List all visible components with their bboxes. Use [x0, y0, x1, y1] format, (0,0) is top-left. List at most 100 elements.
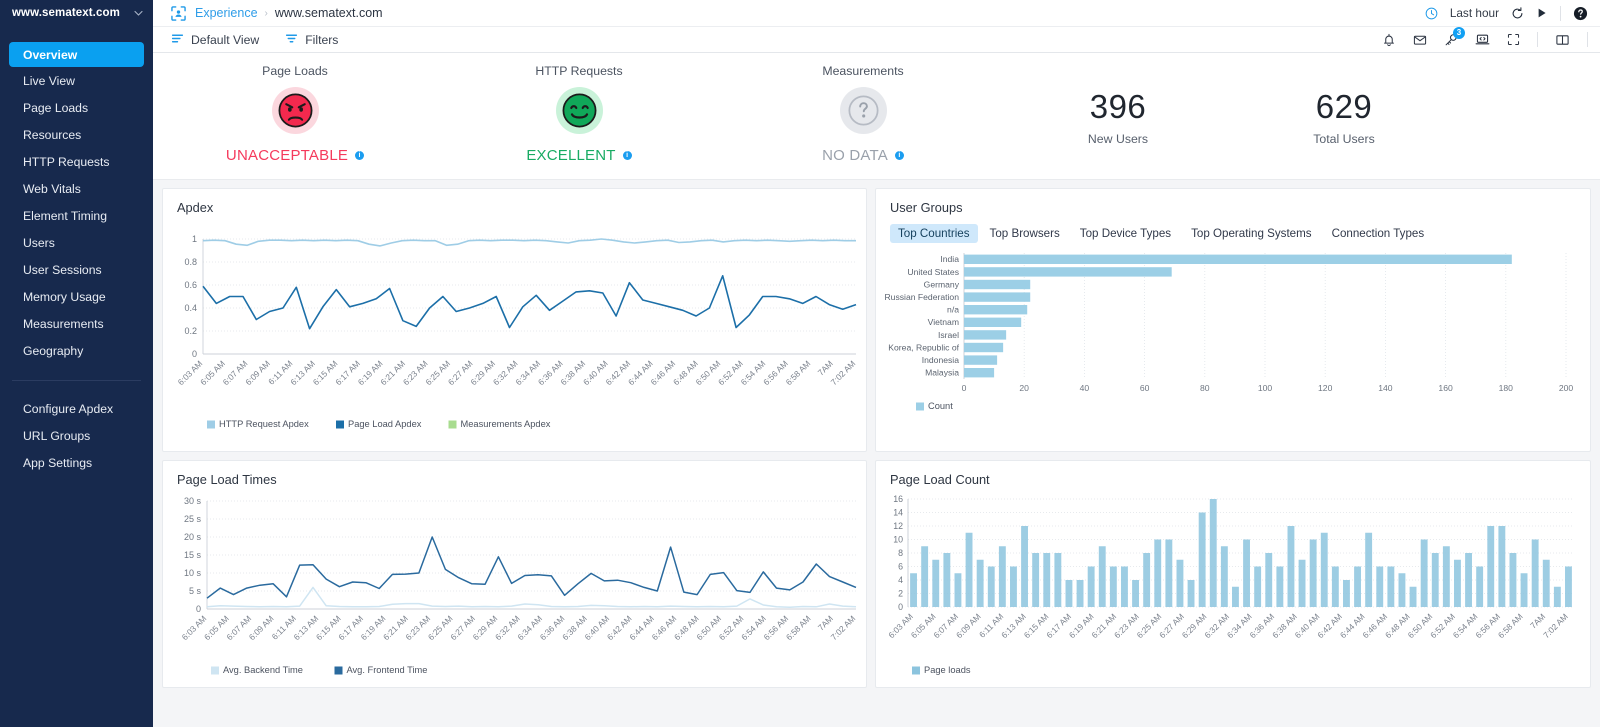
sidebar-item-http-requests[interactable]: HTTP Requests [0, 148, 153, 175]
sidebar-app-selector[interactable]: www.sematext.com [0, 0, 153, 26]
svg-text:Count: Count [928, 401, 953, 411]
sidebar-item-label: Web Vitals [23, 181, 81, 196]
help-circle-icon[interactable] [1573, 6, 1588, 21]
sidebar-item-resources[interactable]: Resources [0, 121, 153, 148]
sidebar-item-page-loads[interactable]: Page Loads [0, 94, 153, 121]
refresh-icon[interactable] [1511, 6, 1524, 20]
sidebar-item-app-settings[interactable]: App Settings [0, 449, 153, 476]
kpi-total-users: 629 Total Users [1231, 64, 1457, 146]
kpi-status-text: NO DATA [822, 147, 888, 164]
svg-text:20: 20 [1019, 383, 1029, 393]
sidebar-item-geography[interactable]: Geography [0, 337, 153, 364]
svg-text:10 s: 10 s [184, 568, 202, 578]
svg-text:6:58 AM: 6:58 AM [1496, 611, 1525, 640]
svg-text:n/a: n/a [947, 305, 959, 315]
tab-top-countries[interactable]: Top Countries [890, 224, 978, 243]
svg-text:140: 140 [1378, 383, 1393, 393]
svg-text:6:09 AM: 6:09 AM [247, 613, 276, 642]
laptop-code-icon[interactable] [1475, 32, 1490, 47]
default-view-button[interactable]: Default View [171, 32, 259, 48]
kpi-new-users-value: 396 [1089, 88, 1147, 125]
sidebar-item-web-vitals[interactable]: Web Vitals [0, 175, 153, 202]
sidebar: www.sematext.com Overview Live View Page… [0, 0, 153, 727]
clock-icon [1425, 7, 1438, 20]
svg-text:0: 0 [962, 383, 967, 393]
svg-text:25 s: 25 s [184, 514, 202, 524]
kpi-title: Page Loads [262, 64, 328, 78]
fullscreen-icon[interactable] [1507, 33, 1520, 46]
svg-text:7AM: 7AM [1528, 611, 1547, 630]
key-badge-count: 3 [1453, 26, 1465, 39]
svg-text:0.8: 0.8 [184, 257, 197, 267]
filters-label: Filters [305, 32, 339, 47]
kpi-card-http-requests: HTTP Requests EXCELLENT i [437, 64, 721, 164]
kpi-status: NO DATA i [822, 147, 904, 164]
kpi-status: UNACCEPTABLE i [225, 147, 365, 164]
panel-apdex: Apdex 0 0.2 0.4 0.6 0.8 1 6:03 AM 6:05 AM 6:07 A… [162, 188, 867, 452]
tab-connection-types[interactable]: Connection Types [1324, 224, 1433, 243]
sub-bar-actions: 3 [1382, 26, 1588, 47]
info-icon[interactable]: i [622, 151, 632, 160]
breadcrumb-root[interactable]: Experience [195, 6, 258, 20]
kpi-status-text: UNACCEPTABLE [225, 147, 349, 164]
tab-top-operating-systems[interactable]: Top Operating Systems [1183, 224, 1320, 243]
kpi-title: Measurements [822, 64, 904, 78]
sidebar-item-measurements[interactable]: Measurements [0, 310, 153, 337]
info-icon[interactable]: i [894, 151, 904, 160]
time-range-selector[interactable]: Last hour [1450, 6, 1499, 20]
apdex-chart[interactable]: 00.20.40.60.816:03 AM6:05 AM6:07 AM6:09 … [163, 215, 866, 440]
chevron-down-icon[interactable] [134, 9, 143, 18]
svg-text:Page Load Apdex: Page Load Apdex [348, 419, 422, 429]
svg-text:160: 160 [1438, 383, 1453, 393]
sub-bar: Default View Filters 3 [153, 26, 1600, 53]
sidebar-item-element-timing[interactable]: Element Timing [0, 202, 153, 229]
sidebar-item-label: URL Groups [23, 428, 91, 443]
svg-text:6:09 AM: 6:09 AM [954, 611, 983, 640]
sidebar-item-label: App Settings [23, 455, 93, 470]
svg-text:6: 6 [898, 562, 903, 572]
top-bar-actions: Last hour [1425, 5, 1588, 21]
happy-face-icon [555, 87, 603, 134]
sidebar-footer-nav: Configure Apdex URL Groups App Settings [0, 395, 153, 476]
page-load-count-chart[interactable]: 02468101214166:03 AM6:05 AM6:07 AM6:09 A… [876, 487, 1588, 682]
svg-text:0.4: 0.4 [184, 303, 197, 313]
sidebar-item-label: Element Timing [23, 208, 107, 223]
sidebar-item-live-view[interactable]: Live View [0, 67, 153, 94]
play-icon[interactable] [1536, 7, 1548, 19]
tab-top-browsers[interactable]: Top Browsers [982, 224, 1068, 243]
info-icon[interactable]: i [355, 151, 365, 160]
page-load-times-chart[interactable]: 05 s10 s15 s20 s25 s30 s6:03 AM6:05 AM6:… [163, 487, 866, 682]
subbar-divider-1 [1537, 32, 1538, 47]
user-groups-tabs: Top Countries Top Browsers Top Device Ty… [876, 215, 1590, 243]
svg-text:6:58 AM: 6:58 AM [784, 613, 813, 642]
split-pane-icon[interactable] [1555, 33, 1570, 47]
filter-icon [285, 32, 298, 48]
svg-text:0: 0 [196, 604, 201, 614]
sidebar-item-url-groups[interactable]: URL Groups [0, 422, 153, 449]
api-keys-button[interactable]: 3 [1444, 26, 1465, 47]
mail-icon[interactable] [1413, 33, 1427, 47]
sidebar-item-label: Resources [23, 127, 82, 142]
angry-face-icon [271, 87, 319, 134]
svg-text:0.2: 0.2 [184, 326, 197, 336]
subbar-divider-2 [1587, 32, 1588, 47]
view-list-icon [171, 32, 184, 48]
panel-title: User Groups [890, 200, 963, 215]
sidebar-item-users[interactable]: Users [0, 229, 153, 256]
sidebar-item-overview[interactable]: Overview [9, 42, 144, 67]
svg-text:30 s: 30 s [184, 496, 202, 506]
filters-button[interactable]: Filters [285, 32, 338, 48]
sidebar-item-user-sessions[interactable]: User Sessions [0, 256, 153, 283]
svg-text:Germany: Germany [924, 279, 960, 289]
sidebar-item-label: Geography [23, 343, 84, 358]
svg-text:0: 0 [192, 349, 197, 359]
sidebar-item-configure-apdex[interactable]: Configure Apdex [0, 395, 153, 422]
experience-scan-icon [171, 5, 186, 21]
bell-icon[interactable] [1382, 33, 1396, 47]
svg-text:80: 80 [1200, 383, 1210, 393]
kpi-title: HTTP Requests [535, 64, 623, 78]
user-groups-chart[interactable]: 0 20 40 60 80 100 120 140 160 180 200 India United S… [876, 243, 1588, 438]
tab-top-device-types[interactable]: Top Device Types [1072, 224, 1179, 243]
svg-text:7:02 AM: 7:02 AM [829, 358, 858, 387]
sidebar-item-memory-usage[interactable]: Memory Usage [0, 283, 153, 310]
